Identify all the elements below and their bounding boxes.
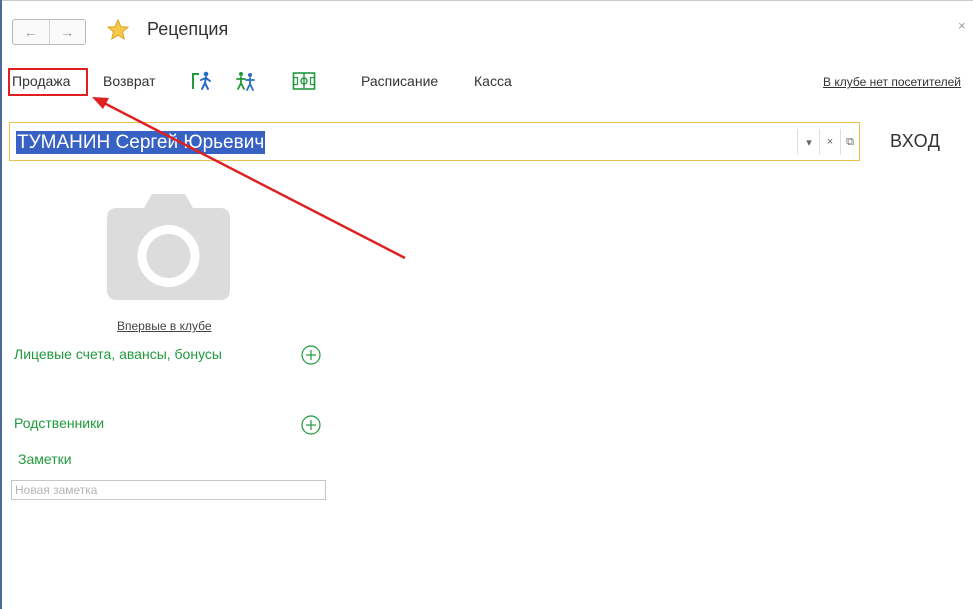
page-title: Рецепция [147, 19, 229, 39]
relatives-section-title[interactable]: Родственники [14, 415, 104, 431]
enter-button[interactable]: ВХОД [890, 131, 940, 152]
chevron-down-icon[interactable]: ▾ [800, 132, 818, 152]
back-button[interactable]: ← [13, 20, 49, 44]
person-enter-icon[interactable] [190, 70, 214, 92]
forward-button[interactable]: → [48, 20, 86, 44]
schedule-button[interactable]: Расписание [361, 73, 438, 89]
open-form-icon[interactable]: ⧉ [841, 132, 859, 152]
close-icon[interactable]: × [958, 18, 966, 33]
field-separator [819, 129, 820, 155]
club-visitors-link[interactable]: В клубе нет посетителей [823, 75, 961, 89]
court-layout-icon[interactable] [292, 70, 316, 92]
return-button[interactable]: Возврат [103, 73, 156, 89]
first-visit-link[interactable]: Впервые в клубе [117, 319, 212, 333]
window-top-border [0, 0, 973, 1]
add-account-icon[interactable] [301, 345, 321, 365]
window-left-border [0, 0, 2, 609]
cash-button[interactable]: Касса [474, 73, 512, 89]
new-note-input[interactable] [11, 480, 326, 500]
favorite-star-icon[interactable] [106, 18, 130, 42]
arrow-right-icon: → [60, 24, 75, 40]
clear-icon[interactable]: × [821, 132, 839, 152]
notes-section-title: Заметки [18, 451, 72, 467]
client-name-value[interactable]: ТУМАНИН Сергей Юрьевич [16, 131, 266, 154]
history-nav-group: ← → [12, 19, 86, 45]
field-separator [797, 129, 798, 155]
sale-highlight-frame [8, 68, 88, 96]
add-relative-icon[interactable] [301, 415, 321, 435]
client-select-field[interactable]: ТУМАНИН Сергей Юрьевич ▾ × ⧉ [9, 122, 860, 161]
camera-icon[interactable] [107, 194, 230, 300]
accounts-section-title[interactable]: Лицевые счета, авансы, бонусы [14, 346, 222, 362]
arrow-left-icon: ← [23, 24, 38, 40]
annotation-arrow [92, 97, 406, 260]
group-people-icon[interactable] [234, 70, 258, 92]
